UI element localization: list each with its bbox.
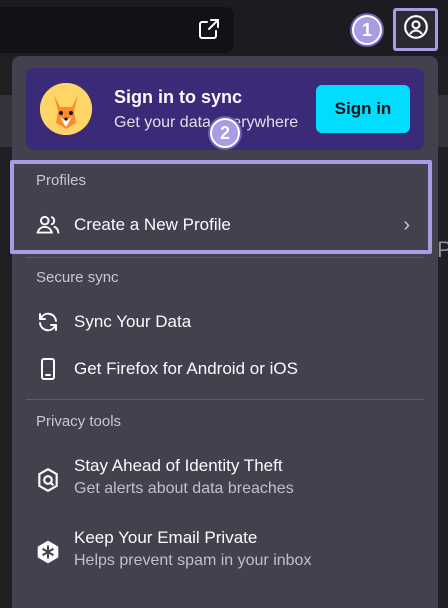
fox-avatar-icon [40, 83, 92, 135]
relay-icon [34, 538, 62, 566]
users-icon [34, 211, 62, 239]
step-badge-1: 1 [352, 15, 382, 45]
chevron-right-icon: › [403, 213, 410, 236]
email-private-subtitle: Helps prevent spam in your inbox [74, 552, 312, 569]
sign-in-button[interactable]: Sign in [316, 85, 410, 133]
create-profile-label: Create a New Profile [74, 215, 231, 234]
divider [26, 257, 424, 258]
account-menu-panel: Sign in to sync Get your data everywhere… [10, 56, 438, 608]
get-firefox-mobile-label: Get Firefox for Android or iOS [74, 359, 298, 378]
sync-data-label: Sync Your Data [74, 312, 192, 331]
identity-theft-subtitle: Get alerts about data breaches [74, 480, 294, 497]
monitor-icon [34, 466, 62, 494]
get-firefox-mobile-item[interactable]: Get Firefox for Android or iOS [12, 347, 438, 391]
profiles-section-label: Profiles [36, 172, 87, 189]
email-private-label: Keep Your Email Private [74, 528, 258, 547]
step-badge-2: 2 [210, 118, 240, 148]
account-icon [403, 14, 429, 45]
secure-sync-section-label: Secure sync [36, 269, 119, 286]
share-icon [197, 17, 221, 46]
email-private-item[interactable]: Keep Your Email Private Helps prevent sp… [12, 524, 438, 582]
divider [26, 399, 424, 400]
create-profile-item[interactable]: Create a New Profile › [12, 203, 438, 247]
phone-icon [34, 355, 62, 383]
share-button[interactable] [192, 14, 226, 48]
sync-data-item[interactable]: Sync Your Data [12, 300, 438, 344]
account-button[interactable] [393, 8, 438, 51]
sync-title: Sign in to sync [114, 87, 243, 107]
sync-icon [34, 308, 62, 336]
background-text: P [437, 237, 448, 262]
identity-theft-label: Stay Ahead of Identity Theft [74, 456, 283, 475]
sync-subtitle: Get your data everywhere [114, 114, 299, 131]
identity-theft-item[interactable]: Stay Ahead of Identity Theft Get alerts … [12, 452, 438, 510]
browser-toolbar: 1 [0, 0, 448, 56]
privacy-tools-section-label: Privacy tools [36, 413, 122, 430]
